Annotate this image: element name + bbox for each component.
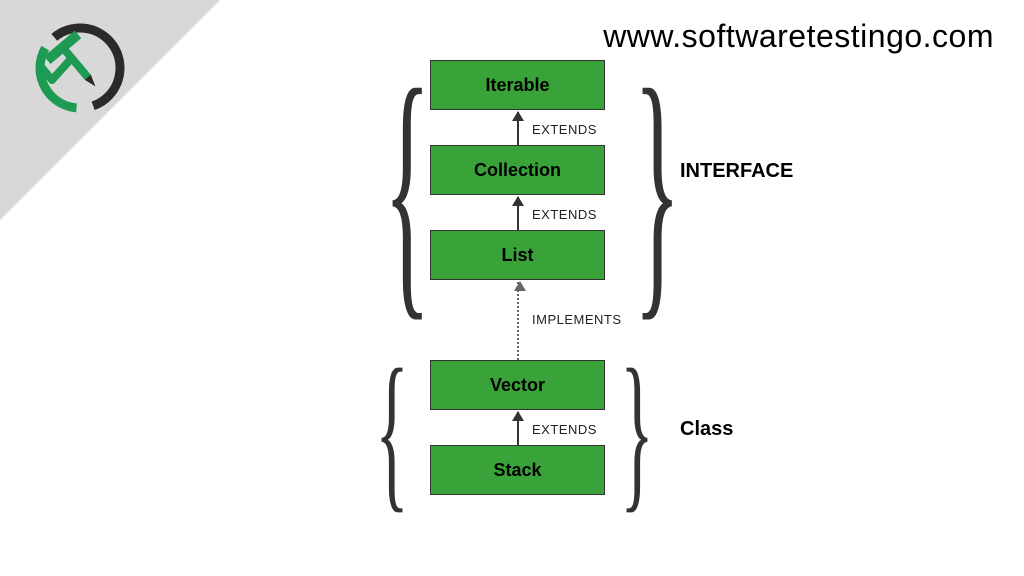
group-label-class: Class bbox=[680, 418, 733, 441]
arrow-stack-vector bbox=[517, 412, 519, 445]
brace-class-right: } bbox=[620, 330, 654, 531]
arrow-vector-list bbox=[517, 282, 519, 360]
node-list: List bbox=[430, 230, 605, 280]
site-logo bbox=[30, 18, 130, 118]
node-label: List bbox=[501, 245, 533, 266]
node-label: Iterable bbox=[485, 75, 549, 96]
node-label: Collection bbox=[474, 160, 561, 181]
node-collection: Collection bbox=[430, 145, 605, 195]
brace-interface-left: { bbox=[384, 26, 431, 349]
edge-label-extends-3: EXTENDS bbox=[532, 422, 597, 437]
arrow-list-collection bbox=[517, 197, 519, 230]
group-label-interface: INTERFACE bbox=[680, 160, 793, 183]
edge-label-implements: IMPLEMENTS bbox=[532, 312, 622, 327]
node-iterable: Iterable bbox=[430, 60, 605, 110]
arrow-collection-iterable bbox=[517, 112, 519, 145]
hierarchy-diagram: Iterable EXTENDS Collection EXTENDS List… bbox=[300, 60, 900, 560]
brace-class-left: { bbox=[375, 330, 409, 531]
node-label: Vector bbox=[490, 375, 545, 396]
edge-label-extends-2: EXTENDS bbox=[532, 207, 597, 222]
edge-label-extends-1: EXTENDS bbox=[532, 122, 597, 137]
node-label: Stack bbox=[493, 460, 541, 481]
brace-interface-right: } bbox=[634, 26, 681, 349]
node-stack: Stack bbox=[430, 445, 605, 495]
node-vector: Vector bbox=[430, 360, 605, 410]
